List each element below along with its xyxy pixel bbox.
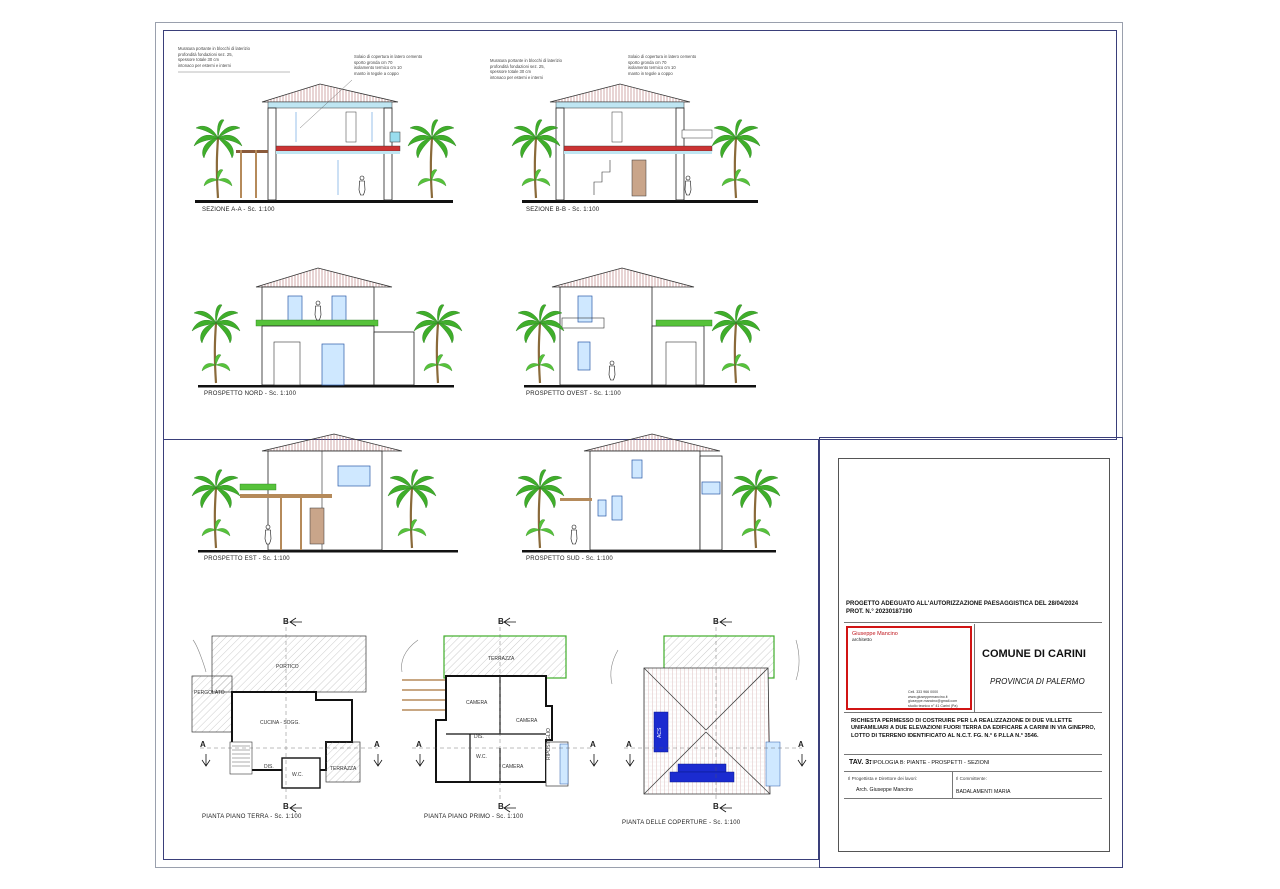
label-dis-p1: DIS. bbox=[474, 734, 484, 740]
caption-plan-roof: PIANTA DELLE COPERTURE - Sc. 1:100 bbox=[622, 820, 741, 826]
committente-value: BADALAMENTI MARIA bbox=[956, 789, 1011, 795]
label-cucina: CUCINA - SOGG. bbox=[260, 720, 300, 726]
progettista-value: Arch. Giuseppe Mancino bbox=[856, 787, 913, 793]
architect-role: architetto bbox=[852, 638, 872, 643]
label-dis-pt: DIS. bbox=[264, 764, 274, 770]
elevation-north bbox=[190, 267, 464, 388]
elevation-east bbox=[190, 433, 458, 553]
committente-label: Il Committente: bbox=[956, 776, 987, 781]
project-request: RICHIESTA PERMESSO DI COSTRUIRE PER LA R… bbox=[851, 718, 1096, 739]
marker-a-p1-right: A bbox=[590, 740, 596, 749]
tb-rule-3 bbox=[844, 754, 1102, 755]
marker-a-roof-right: A bbox=[798, 740, 804, 749]
comune-title: COMUNE DI CARINI bbox=[982, 648, 1086, 660]
label-camera-2: CAMERA bbox=[516, 718, 538, 724]
architect-name: Giuseppe Mancino bbox=[852, 631, 898, 637]
label-terrazza-pt: TERRAZZA bbox=[330, 766, 357, 772]
section-a-a bbox=[178, 71, 458, 203]
caption-section-b-b: SEZIONE B-B - Sc. 1:100 bbox=[526, 207, 600, 213]
caption-elevation-east: PROSPETTO EST - Sc. 1:100 bbox=[204, 556, 290, 562]
project-line-1: PROGETTO ADEGUATO ALL'AUTORIZZAZIONE PAE… bbox=[846, 601, 1079, 607]
caption-section-a-a: SEZIONE A-A - Sc. 1:100 bbox=[202, 207, 275, 213]
marker-a-roof-left: A bbox=[626, 740, 632, 749]
caption-elevation-south: PROSPETTO SUD - Sc. 1:100 bbox=[526, 556, 613, 562]
caption-plan-first: PIANTA PIANO PRIMO - Sc. 1:100 bbox=[424, 814, 524, 820]
note-section-b-left: Muratura portante in blocchi di laterizi… bbox=[490, 58, 562, 80]
elevation-west bbox=[514, 267, 762, 388]
label-wc-pt: W.C. bbox=[292, 772, 303, 778]
tb-rule-logo-v bbox=[974, 624, 975, 712]
marker-a-p1-left: A bbox=[416, 740, 422, 749]
marker-a-pt-right: A bbox=[374, 740, 380, 749]
section-b-b bbox=[510, 83, 762, 203]
plan-first-floor bbox=[401, 617, 599, 813]
label-ripostiglio: RIPOSTIGLIO bbox=[546, 728, 552, 760]
architect-contact: Cell. 333 966 0000 www.giuseppemancino.i… bbox=[908, 690, 958, 708]
label-terrazza-p1: TERRAZZA bbox=[488, 656, 515, 662]
project-line-2: PROT. N.° 20230187190 bbox=[846, 609, 913, 615]
label-pergolato: PERGOLATO bbox=[194, 690, 225, 696]
caption-plan-ground: PIANTA PIANO TERRA - Sc. 1:100 bbox=[202, 814, 302, 820]
tb-rule-2 bbox=[844, 712, 1102, 713]
elevation-south bbox=[514, 433, 782, 553]
tav-description: TIPOLOGIA B: PIANTE - PROSPETTI - SEZION… bbox=[869, 760, 990, 766]
note-section-a-left: Muratura portante in blocchi di laterizi… bbox=[178, 46, 250, 68]
note-section-a-right: Solaio di copertura in latero cemento sp… bbox=[354, 54, 423, 76]
label-wc-p1: W.C. bbox=[476, 754, 487, 760]
marker-b-p1-bottom: B bbox=[498, 802, 504, 811]
label-camera-3: CAMERA bbox=[502, 764, 524, 770]
marker-b-pt-bottom: B bbox=[283, 802, 289, 811]
note-section-b-right: Solaio di copertura in latero cemento sp… bbox=[628, 54, 697, 76]
caption-elevation-north: PROSPETTO NORD - Sc. 1:100 bbox=[204, 391, 297, 397]
marker-a-pt-left: A bbox=[200, 740, 206, 749]
label-acs: ACS bbox=[657, 727, 663, 738]
architect-logo: Giuseppe Mancino architetto Cell. 333 96… bbox=[846, 626, 972, 710]
provincia-title: PROVINCIA DI PALERMO bbox=[990, 677, 1085, 686]
marker-b-pt-top: B bbox=[283, 617, 289, 626]
tb-rule-5 bbox=[844, 798, 1102, 799]
marker-b-roof-bottom: B bbox=[713, 802, 719, 811]
marker-b-p1-top: B bbox=[498, 617, 504, 626]
tb-rule-4 bbox=[844, 771, 1102, 772]
label-camera-1: CAMERA bbox=[466, 700, 488, 706]
plan-ground-floor bbox=[191, 617, 383, 813]
label-portico: PORTICO bbox=[276, 664, 299, 670]
tb-rule-1 bbox=[844, 622, 1102, 623]
progettista-label: Il Progettista e Direttore dei lavori: bbox=[848, 776, 918, 781]
marker-b-roof-top: B bbox=[713, 617, 719, 626]
tb-rule-sig-v bbox=[952, 772, 953, 798]
caption-elevation-west: PROSPETTO OVEST - Sc. 1:100 bbox=[526, 391, 621, 397]
plan-roof bbox=[610, 617, 807, 813]
